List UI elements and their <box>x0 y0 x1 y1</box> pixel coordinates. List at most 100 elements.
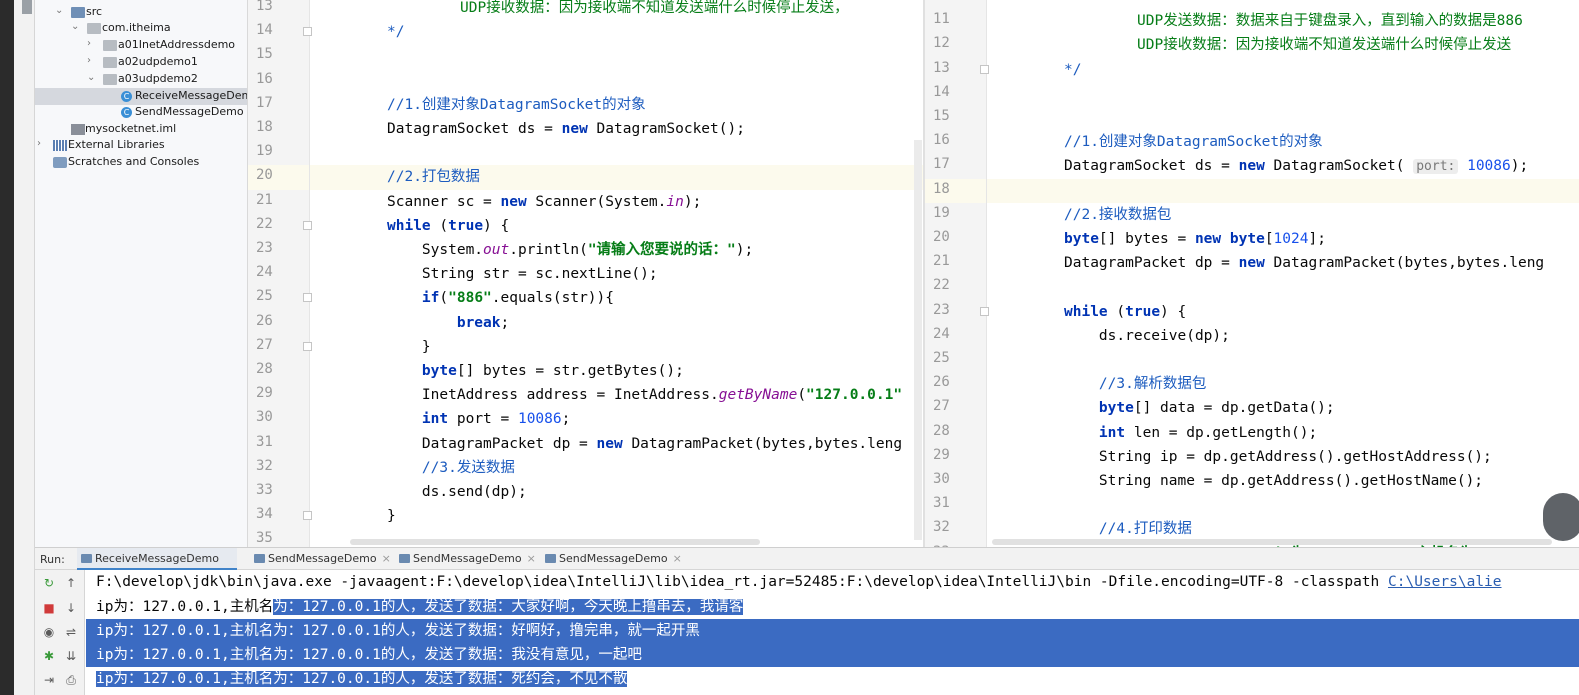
code-line: byte[] bytes = new byte[1024]; <box>1064 229 1326 253</box>
tree-item[interactable]: mysocketnet.iml <box>35 121 247 138</box>
tree-item[interactable]: ⌄ a03udpdemo2 <box>35 71 247 88</box>
code-line: } <box>387 337 431 361</box>
line-number: 29 <box>933 446 950 463</box>
code-token: int <box>421 411 449 428</box>
tree-item-label: ReceiveMessageDemo <box>135 89 248 102</box>
tree-item-label: mysocketnet.iml <box>85 122 177 135</box>
line-number: 21 <box>933 253 950 270</box>
line-number: 13 <box>256 0 273 14</box>
line-number: 27 <box>256 336 273 353</box>
java-class-icon: C <box>121 91 132 102</box>
run-tab[interactable]: ReceiveMessageDemo (1)× <box>77 548 237 587</box>
classpath-link[interactable]: C:\Users\alie <box>1388 574 1502 590</box>
tree-item-label: SendMessageDemo <box>135 105 244 118</box>
run-tab-label: SendMessageDemo <box>268 552 377 565</box>
scroll-end-icon[interactable]: ⇊ <box>63 649 79 663</box>
code-line: DatagramSocket ds = new DatagramSocket( … <box>1064 156 1528 180</box>
run-tab[interactable]: SendMessageDemo × <box>395 548 536 570</box>
tree-item[interactable]: ⌄ src <box>35 4 247 21</box>
code-token: ); <box>735 242 754 258</box>
project-tool-button[interactable] <box>22 0 32 14</box>
close-icon[interactable]: × <box>673 552 682 565</box>
code-token: true <box>1125 303 1161 320</box>
tree-item[interactable]: C ReceiveMessageDemo <box>35 88 248 105</box>
run-tab[interactable]: SendMessageDemo × <box>541 548 682 570</box>
console-output[interactable]: F:\develop\jdk\bin\java.exe -javaagent:F… <box>86 570 1579 695</box>
code-line: //1.创建对象DatagramSocket的对象 <box>1064 132 1323 156</box>
tree-item-label: a03udpdemo2 <box>118 72 198 85</box>
tree-item[interactable]: C SendMessageDemo <box>35 104 247 121</box>
left-horizontal-scrollbar[interactable] <box>350 539 760 545</box>
down-arrow-icon[interactable]: ↓ <box>63 601 79 615</box>
tree-item-label: External Libraries <box>68 138 165 151</box>
code-line: UDP接收数据：因为接收端不知道发送端什么时候停止发送 <box>1137 35 1511 59</box>
line-number: 23 <box>933 301 950 318</box>
code-token: */ <box>1064 61 1082 78</box>
chevron-icon[interactable]: › <box>87 38 91 49</box>
tree-item[interactable]: › a02udpdemo1 <box>35 54 247 71</box>
module-file-icon <box>71 124 85 135</box>
tree-item[interactable]: › External Libraries <box>35 137 247 154</box>
stop-icon[interactable]: ■ <box>41 601 57 615</box>
print-icon[interactable]: ⎙ <box>63 673 79 688</box>
chevron-icon[interactable]: ⌄ <box>55 5 63 16</box>
tree-item-label: com.itheima <box>102 21 171 34</box>
code-token: [ <box>1264 231 1274 247</box>
run-tab-label: SendMessageDemo <box>413 552 522 565</box>
line-number: 11 <box>933 11 950 28</box>
chevron-icon[interactable]: › <box>87 55 91 66</box>
run-config-icon <box>81 554 92 563</box>
left-editor-code[interactable]: UDP接收数据：因为接收端不知道发送端什么时候停止发送， */ //1.创建对象Da… <box>310 0 924 547</box>
tree-item-label: a01InetAddressdemo <box>118 38 236 51</box>
close-icon[interactable]: × <box>527 552 536 565</box>
current-line-highlight <box>987 178 1579 203</box>
camera-icon[interactable]: ◉ <box>41 625 57 639</box>
chevron-icon[interactable]: ⌄ <box>87 72 95 83</box>
soft-wrap-icon[interactable]: ⇌ <box>63 625 79 639</box>
code-token: //4.打印数据 <box>1064 521 1192 538</box>
tree-item[interactable]: ⌄ com.itheima <box>35 20 247 37</box>
line-number: 31 <box>933 495 950 512</box>
selected-console-text: 为：127.0.0.1的人，发送了数据：大家好啊，今天晚上撸串去，我请客 <box>273 599 744 615</box>
code-token: [] data = dp.getData(); <box>1133 400 1335 417</box>
line-number: 15 <box>256 46 273 63</box>
code-line: //2.打包数据 <box>387 167 480 191</box>
code-token: byte <box>1229 231 1265 247</box>
run-tab[interactable]: SendMessageDemo × <box>250 548 391 570</box>
selected-console-text: ip为：127.0.0.1,主机名为：127.0.0.1的人，发送了数据：好啊好… <box>96 623 700 639</box>
chevron-icon[interactable]: ⌄ <box>71 21 79 32</box>
code-token: DatagramPacket(bytes,bytes.leng <box>622 435 903 452</box>
tree-item[interactable]: Scratches and Consoles <box>35 154 247 171</box>
code-token: } <box>387 338 431 355</box>
code-token: [] bytes = <box>1098 231 1195 247</box>
code-token: 1024 <box>1273 231 1309 247</box>
code-line: byte[] data = dp.getData(); <box>1064 398 1335 422</box>
right-editor-gutter: 10 11 12 13 14 15 16 17 18 19 20 21 22 23 24 25 26 27 28 29… <box>925 0 989 560</box>
line-number: 24 <box>256 264 273 281</box>
run-config-icon <box>399 554 410 563</box>
tree-item-label: src <box>86 5 103 18</box>
close-icon[interactable]: × <box>382 552 391 565</box>
line-number: 16 <box>256 70 273 87</box>
line-number: 25 <box>933 350 950 366</box>
code-token: new <box>1238 255 1265 272</box>
left-editor-scrollbar[interactable] <box>914 140 922 540</box>
chevron-icon[interactable]: › <box>37 138 41 149</box>
code-line: String name = dp.getAddress().getHostNam… <box>1064 471 1483 495</box>
code-token: getByName <box>718 387 798 404</box>
library-icon <box>53 140 67 151</box>
up-arrow-icon[interactable]: ↑ <box>63 576 79 590</box>
debug-icon[interactable]: ✱ <box>41 649 57 663</box>
right-horizontal-scrollbar[interactable] <box>992 539 1552 545</box>
line-number: 33 <box>256 482 273 498</box>
line-number: 16 <box>933 132 950 149</box>
code-token: int <box>1098 424 1126 441</box>
tree-item[interactable]: › a01InetAddressdemo <box>35 37 247 54</box>
floating-action-button[interactable] <box>1543 493 1579 541</box>
login-icon[interactable]: ⇥ <box>41 673 57 687</box>
right-editor-code[interactable]: UDP发送数据：数据来自于键盘录入，直到输入的数据是886 UDP接收数据：因为接… <box>987 0 1579 547</box>
left-tool-strip <box>0 0 35 695</box>
rerun-icon[interactable]: ↻ <box>41 576 57 590</box>
project-tree-panel: ⌄ src ⌄ com.itheima › a01InetAddressdemo › a02u… <box>35 0 248 547</box>
